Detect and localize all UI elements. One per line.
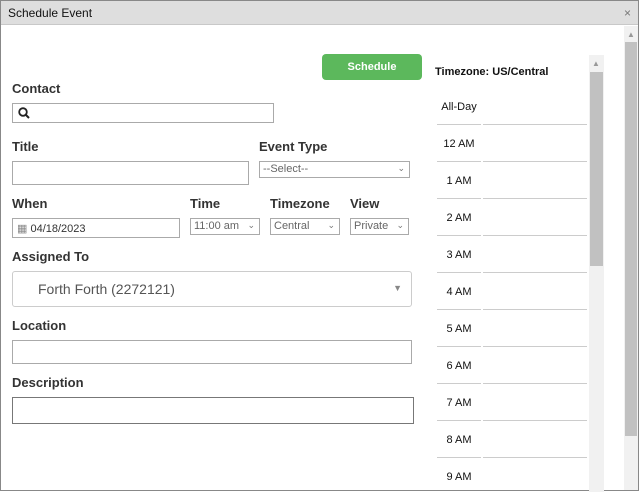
calendar-scrollbar[interactable]: ▲ — [589, 55, 604, 492]
hour-label: 12 AM — [443, 138, 475, 150]
chevron-down-icon: ⌄ — [396, 220, 404, 230]
timezone-select[interactable]: Central ⌄ — [270, 218, 340, 235]
view-value: Private — [354, 220, 389, 232]
schedule-event-dialog: Schedule Event × Schedule Contact Title … — [0, 0, 639, 492]
hour-label: 1 AM — [446, 175, 472, 187]
chevron-down-icon: ⌄ — [397, 163, 405, 173]
time-select[interactable]: 11:00 am ⌄ — [190, 218, 260, 235]
hour-row[interactable]: 12 AM — [437, 125, 587, 162]
title-bar: Schedule Event × — [1, 1, 638, 25]
hour-row[interactable]: 5 AM — [437, 310, 587, 347]
title-input[interactable] — [12, 161, 249, 185]
hour-row[interactable]: 6 AM — [437, 347, 587, 384]
hour-label: 8 AM — [446, 434, 472, 446]
location-input[interactable] — [12, 340, 412, 364]
assigned-to-select[interactable]: Forth Forth (2272121) ▼ — [12, 271, 412, 307]
timezone-value: Central — [274, 220, 310, 232]
day-calendar: All-Day 12 AM 1 AM 2 AM 3 AM 4 AM 5 AM 6 AM 7 A… — [435, 55, 605, 492]
hour-label: 7 AM — [446, 397, 472, 409]
close-icon[interactable]: × — [624, 6, 631, 20]
date-input[interactable]: ▦ 04/18/2023 — [12, 218, 180, 238]
view-select[interactable]: Private ⌄ — [350, 218, 409, 235]
hour-label: 5 AM — [446, 323, 472, 335]
dialog-title: Schedule Event — [8, 6, 93, 20]
date-value: 04/18/2023 — [30, 223, 86, 235]
scrollbar-thumb[interactable] — [625, 42, 637, 436]
chevron-down-icon: ⌄ — [247, 220, 255, 230]
timezone-label: Timezone — [270, 196, 330, 211]
chevron-down-icon: ⌄ — [327, 220, 335, 230]
location-label: Location — [12, 318, 67, 333]
assigned-to-value: Forth Forth (2272121) — [38, 281, 175, 297]
hour-row[interactable]: 9 AM — [437, 458, 585, 492]
assigned-to-label: Assigned To — [12, 249, 90, 264]
hour-label: 4 AM — [446, 286, 472, 298]
hour-row[interactable]: 4 AM — [437, 273, 587, 310]
time-value: 11:00 am — [194, 220, 240, 232]
hour-label: 6 AM — [446, 360, 472, 372]
contact-label: Contact — [12, 81, 61, 96]
scrollbar-thumb[interactable] — [590, 72, 603, 266]
when-label: When — [12, 196, 48, 211]
time-label: Time — [190, 196, 221, 211]
search-icon — [18, 107, 30, 119]
hour-row[interactable]: 1 AM — [437, 162, 587, 199]
hour-label: 9 AM — [446, 471, 472, 483]
contact-search-input[interactable] — [12, 103, 274, 123]
schedule-button[interactable]: Schedule — [322, 54, 422, 80]
scroll-up-icon[interactable]: ▲ — [592, 59, 600, 68]
dialog-scrollbar[interactable]: ▲ — [624, 26, 638, 490]
hour-row[interactable]: 3 AM — [437, 236, 587, 273]
title-label: Title — [12, 139, 39, 154]
all-day-row[interactable]: All-Day — [437, 88, 587, 125]
all-day-label: All-Day — [441, 101, 477, 113]
scroll-up-icon[interactable]: ▲ — [627, 30, 635, 39]
calendar-icon: ▦ — [17, 223, 28, 235]
hour-label: 3 AM — [446, 249, 472, 261]
hour-label: 2 AM — [446, 212, 472, 224]
view-label: View — [350, 196, 380, 211]
caret-down-icon: ▼ — [393, 283, 402, 293]
description-label: Description — [12, 375, 84, 390]
hour-row[interactable]: 2 AM — [437, 199, 587, 236]
event-type-select[interactable]: --Select-- ⌄ — [259, 161, 410, 178]
event-type-value: --Select-- — [263, 163, 309, 175]
description-textarea[interactable] — [12, 397, 414, 424]
hour-row[interactable]: 8 AM — [437, 421, 587, 458]
hour-row[interactable]: 7 AM — [437, 384, 587, 421]
event-type-label: Event Type — [259, 139, 328, 154]
